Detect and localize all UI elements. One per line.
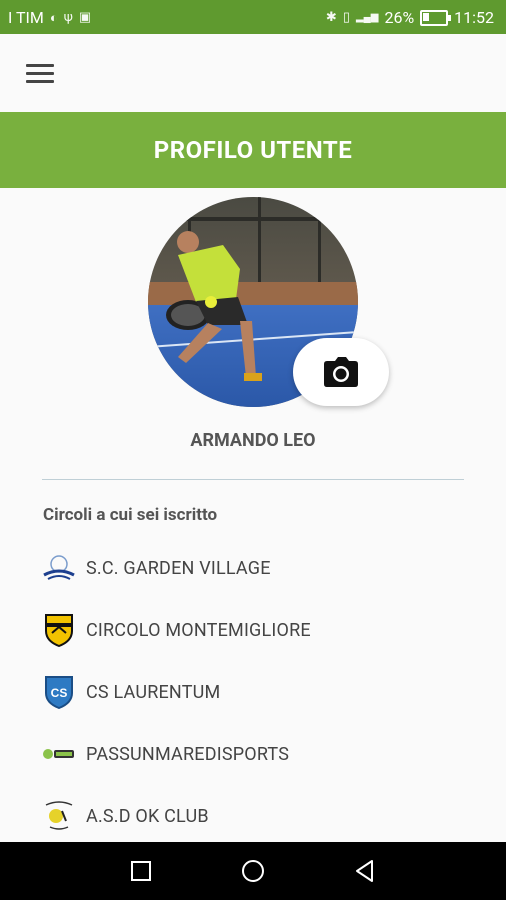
ok-club-logo-icon xyxy=(42,799,76,833)
bluetooth-icon: ✱ xyxy=(325,10,337,25)
home-icon[interactable] xyxy=(240,858,266,884)
battery-icon xyxy=(420,9,452,26)
clock: 11:52 xyxy=(454,8,494,27)
hamburger-menu-icon[interactable] xyxy=(26,64,54,84)
club-item-montemigliore[interactable]: CIRCOLO MONTEMIGLIORE xyxy=(42,610,462,650)
club-name: CS LAURENTUM xyxy=(86,681,221,703)
pms-logo-icon xyxy=(42,737,76,771)
carrier-label: I TIM xyxy=(8,8,44,27)
clubs-section-title: Circoli a cui sei iscritto xyxy=(43,505,218,525)
club-item-laurentum[interactable]: CS CS LAURENTUM xyxy=(42,672,462,712)
club-name: A.S.D OK CLUB xyxy=(86,805,209,827)
vibrate-icon: ▯ xyxy=(342,10,350,25)
back-icon[interactable] xyxy=(352,858,378,884)
change-photo-button[interactable] xyxy=(293,338,389,406)
club-name: CIRCOLO MONTEMIGLIORE xyxy=(86,619,311,641)
status-right: ✱ ▯ ▂▄▆ 26% 11:52 xyxy=(326,8,494,27)
system-nav-bar xyxy=(0,842,506,900)
signal-icon: ▂▄▆ xyxy=(355,12,379,23)
app-bar xyxy=(0,34,506,112)
user-name: ARMANDO LEO xyxy=(190,430,316,451)
camera-icon xyxy=(324,357,358,387)
divider xyxy=(42,479,464,480)
status-bar: I TIM ◐ ψ ▣ ✱ ▯ ▂▄▆ 26% 11:52 xyxy=(0,0,506,34)
club-item-ok-club[interactable]: A.S.D OK CLUB xyxy=(42,796,462,836)
laurentum-shield-icon: CS xyxy=(42,675,76,709)
svg-text:CS: CS xyxy=(51,686,68,700)
club-name: S.C. GARDEN VILLAGE xyxy=(86,557,271,579)
usb-icon: ψ xyxy=(63,10,73,25)
page-title: PROFILO UTENTE xyxy=(0,112,506,188)
image-icon: ▣ xyxy=(78,10,92,25)
club-item-garden-village[interactable]: S.C. GARDEN VILLAGE xyxy=(42,548,462,588)
club-name: PASSUNMAREDISPORTS xyxy=(86,743,290,765)
garden-village-logo-icon xyxy=(42,551,76,585)
status-left: I TIM ◐ ψ ▣ xyxy=(8,8,91,27)
club-item-passunmaredisports[interactable]: PASSUNMAREDISPORTS xyxy=(42,734,462,774)
montemigliore-shield-icon xyxy=(42,613,76,647)
whatsapp-icon: ◐ xyxy=(49,10,58,26)
recent-apps-icon[interactable] xyxy=(128,858,154,884)
battery-percent: 26% xyxy=(384,8,415,27)
